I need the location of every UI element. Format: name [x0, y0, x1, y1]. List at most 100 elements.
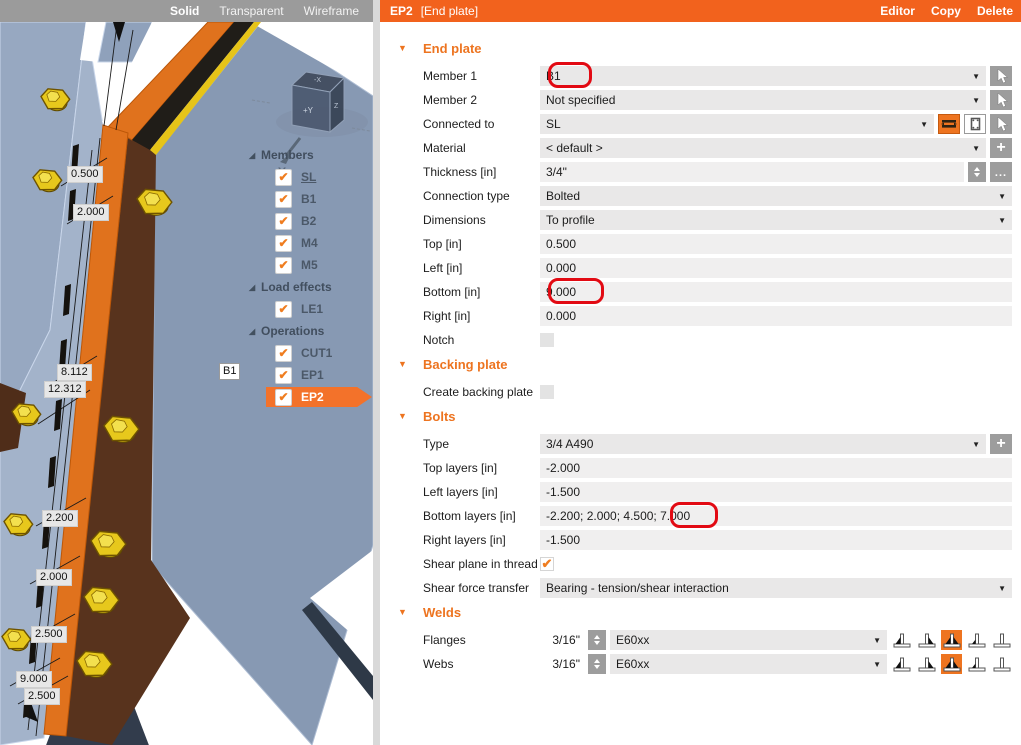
collapse-icon[interactable]: ▼ [398, 607, 423, 617]
dimension-label: 2.500 [24, 688, 60, 705]
collapse-icon[interactable]: ▼ [398, 411, 423, 421]
dimension-label: 2.200 [42, 510, 78, 527]
shear-force-transfer-select[interactable]: Bearing - tension/shear interaction ▼ [540, 578, 1012, 598]
webs-weld-type-4[interactable] [966, 654, 987, 674]
checkbox-checked-icon[interactable]: ✔ [275, 168, 292, 186]
row-flanges: Flanges 3/16" E60xx ▼ [398, 630, 1012, 650]
flanges-weld-type-1[interactable] [891, 630, 912, 650]
member-2-select[interactable]: Not specified ▼ [540, 90, 986, 110]
spin-up-icon [594, 635, 600, 639]
plate-horizontal-icon [941, 120, 957, 128]
connected-to-flange-toggle[interactable] [938, 114, 960, 134]
checkbox-checked-icon[interactable]: ✔ [275, 190, 292, 208]
thickness-more-button[interactable]: ... [990, 162, 1012, 182]
thickness-stepper[interactable] [968, 162, 986, 182]
connected-to-web-toggle[interactable] [964, 114, 986, 134]
expander-icon[interactable]: ◢ [249, 283, 261, 292]
webs-weld-type-5[interactable] [991, 654, 1012, 674]
tree-item-cut1[interactable]: ✔ CUT1 [240, 342, 373, 364]
chevron-down-icon: ▼ [998, 215, 1006, 225]
flanges-size-input[interactable]: 3/16" [540, 633, 584, 647]
webs-weld-type-2[interactable] [916, 654, 937, 674]
flanges-weld-type-2[interactable] [916, 630, 937, 650]
delete-button[interactable]: Delete [977, 4, 1013, 18]
member-1-select[interactable]: B1 ▼ [540, 66, 986, 86]
section-header-welds[interactable]: ▼ Welds [398, 602, 1012, 622]
material-select[interactable]: < default > ▼ [540, 138, 986, 158]
checkbox-checked-icon[interactable]: ✔ [275, 366, 292, 384]
connection-type-select[interactable]: Bolted ▼ [540, 186, 1012, 206]
right-input[interactable]: 0.000 [540, 306, 1012, 326]
bottom-input[interactable]: 9.000 [540, 282, 1012, 302]
editor-button[interactable]: Editor [880, 4, 915, 18]
expander-icon[interactable]: ◢ [249, 327, 261, 336]
create-backing-plate-checkbox[interactable] [540, 385, 554, 399]
notch-checkbox[interactable] [540, 333, 554, 347]
row-thickness: Thickness [in] 3/4"... [398, 162, 1012, 182]
spin-down-icon [594, 641, 600, 645]
flanges-electrode-select[interactable]: E60xx ▼ [610, 630, 887, 650]
expander-icon[interactable]: ◢ [249, 151, 261, 160]
webs-weld-type-3[interactable] [941, 654, 962, 674]
type-select[interactable]: 3/4 A490 ▼ [540, 434, 986, 454]
left-layers-input[interactable]: -1.500 [540, 482, 1012, 502]
dimension-label: 12.312 [44, 381, 86, 398]
connected-to-select[interactable]: SL ▼ [540, 114, 934, 134]
member-1-pick-button[interactable] [990, 66, 1012, 86]
flanges-weld-type-3[interactable] [941, 630, 962, 650]
checkbox-checked-icon[interactable]: ✔ [275, 344, 292, 362]
top-input[interactable]: 0.500 [540, 234, 1012, 254]
tree-group-load-effects[interactable]: ◢ Load effects [240, 276, 373, 298]
section-header-end-plate[interactable]: ▼ End plate [398, 38, 1012, 58]
webs-weld-type-1[interactable] [891, 654, 912, 674]
flanges-weld-type-4[interactable] [966, 630, 987, 650]
collapse-icon[interactable]: ▼ [398, 359, 423, 369]
tree-item-ep1[interactable]: ✔ EP1 [240, 364, 373, 386]
checkbox-checked-icon[interactable]: ✔ [275, 388, 292, 406]
webs-electrode-select[interactable]: E60xx ▼ [610, 654, 887, 674]
webs-size-input[interactable]: 3/16" [540, 657, 584, 671]
flanges-stepper[interactable] [588, 630, 606, 650]
checkbox-checked-icon[interactable]: ✔ [275, 212, 292, 230]
scene-tree: ◢ Members ✔ SL ✔ B1 ✔ B2 ✔ M4 ✔ M5 ◢ Load effects ✔ LE1… [240, 144, 373, 408]
section-header-bolts[interactable]: ▼ Bolts [398, 406, 1012, 426]
connected-to-pick-button[interactable] [990, 114, 1012, 134]
tree-item-ep2[interactable]: ✔ EP2 [240, 386, 373, 408]
collapse-icon[interactable]: ▼ [398, 43, 423, 53]
shear-plane-in-thread-checkbox[interactable]: ✔ [540, 557, 554, 571]
dimensions-select[interactable]: To profile ▼ [540, 210, 1012, 230]
checkbox-checked-icon[interactable]: ✔ [275, 256, 292, 274]
tree-item-sl[interactable]: ✔ SL [240, 166, 373, 188]
section-header-backing-plate[interactable]: ▼ Backing plate [398, 354, 1012, 374]
bottom-layers-input[interactable]: -2.200; 2.000; 4.500; 7.000 [540, 506, 1012, 526]
top-layers-input[interactable]: -2.000 [540, 458, 1012, 478]
left-label: Left [in] [423, 261, 463, 275]
thickness-input[interactable]: 3/4" [540, 162, 964, 182]
spin-down-icon [974, 173, 980, 177]
tree-item-m4[interactable]: ✔ M4 [240, 232, 373, 254]
tree-group-operations[interactable]: ◢ Operations [240, 320, 373, 342]
webs-stepper[interactable] [588, 654, 606, 674]
right-layers-input[interactable]: -1.500 [540, 530, 1012, 550]
member-2-pick-button[interactable] [990, 90, 1012, 110]
view-mode-wireframe[interactable]: Wireframe [304, 4, 359, 18]
tree-item-b2[interactable]: ✔ B2 [240, 210, 373, 232]
checkbox-checked-icon[interactable]: ✔ [275, 300, 292, 318]
view-mode-transparent[interactable]: Transparent [219, 4, 283, 18]
copy-button[interactable]: Copy [931, 4, 961, 18]
flanges-weld-type-5[interactable] [991, 630, 1012, 650]
tree-item-m5[interactable]: ✔ M5 [240, 254, 373, 276]
tree-group-members[interactable]: ◢ Members [240, 144, 373, 166]
checkbox-checked-icon[interactable]: ✔ [275, 234, 292, 252]
splitter[interactable] [373, 0, 380, 745]
type-add-button[interactable]: + [990, 434, 1012, 454]
top-label: Top [in] [423, 237, 462, 251]
left-input[interactable]: 0.000 [540, 258, 1012, 278]
material-add-button[interactable]: + [990, 138, 1012, 158]
tree-item-le1[interactable]: ✔ LE1 [240, 298, 373, 320]
3d-viewport[interactable]: +Y Z -X Y 0.5002.0008.11212.3122.2002.00… [0, 22, 373, 745]
row-top: Top [in] 0.500 [398, 234, 1012, 254]
tree-item-b1[interactable]: ✔ B1 [240, 188, 373, 210]
view-mode-solid[interactable]: Solid [170, 4, 199, 18]
chevron-down-icon: ▼ [920, 119, 928, 129]
